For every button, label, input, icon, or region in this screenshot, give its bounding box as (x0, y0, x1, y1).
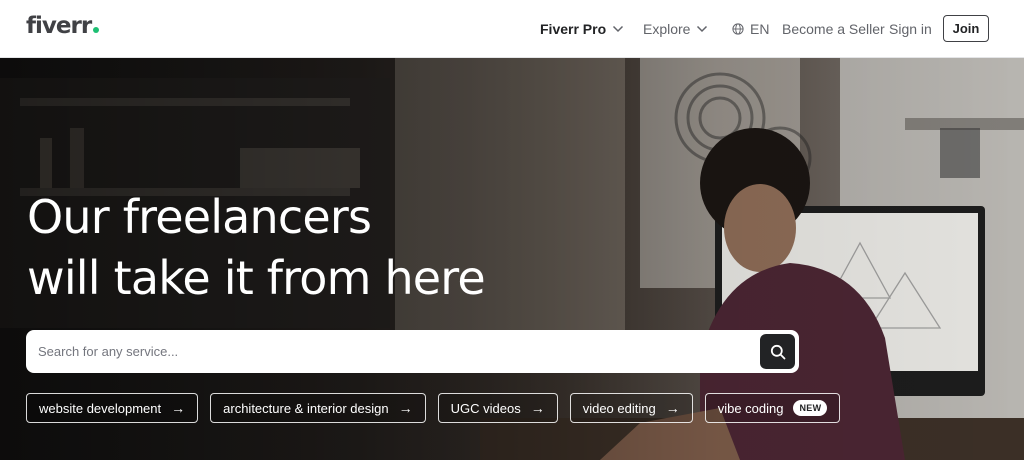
chevron-down-icon (697, 25, 708, 33)
search-input[interactable] (26, 330, 760, 373)
chevron-down-icon (613, 25, 624, 33)
new-badge: NEW (793, 400, 828, 416)
nav-become-seller-label: Become a Seller (782, 21, 885, 37)
search-button[interactable] (760, 334, 795, 369)
chip-website-development[interactable]: website development → (26, 393, 199, 423)
chip-vibe-coding[interactable]: vibe coding NEW (704, 393, 841, 423)
globe-icon (732, 23, 744, 35)
popular-services: website development → architecture & int… (26, 393, 841, 423)
nav-explore-label: Explore (643, 21, 691, 37)
nav-sign-in-label: Sign in (889, 21, 932, 37)
nav-become-seller[interactable]: Become a Seller (782, 21, 885, 37)
chip-label: architecture & interior design (223, 400, 389, 416)
nav-explore[interactable]: Explore (643, 21, 708, 37)
arrow-right-icon: → (530, 400, 545, 416)
join-button[interactable]: Join (943, 15, 989, 42)
chip-label: website development (39, 400, 162, 416)
nav-fiverr-pro-label: Fiverr Pro (540, 21, 607, 37)
nav-language[interactable]: EN (732, 21, 769, 37)
hero-headline-line1: Our freelancers (27, 190, 372, 244)
arrow-right-icon: → (171, 400, 186, 416)
search-bar (26, 330, 799, 373)
site-header: fiverr Fiverr Pro Explore EN Become a Se… (0, 0, 1024, 58)
arrow-right-icon: → (665, 400, 680, 416)
nav-sign-in[interactable]: Sign in (889, 21, 932, 37)
nav-fiverr-pro[interactable]: Fiverr Pro (540, 21, 624, 37)
nav-language-label: EN (750, 21, 770, 37)
chip-label: vibe coding (717, 400, 784, 416)
hero-headline: Our freelancers will take it from here (27, 187, 587, 309)
chip-label: video editing (582, 400, 656, 416)
top-nav: Fiverr Pro Explore EN Become a Seller Si… (0, 0, 1024, 58)
chip-video-editing[interactable]: video editing → (569, 393, 693, 423)
hero-section: Our freelancers will take it from here w… (0, 58, 1024, 460)
magnifier-icon (770, 344, 785, 359)
hero-headline-line2: will take it from here (27, 251, 486, 305)
arrow-right-icon: → (398, 400, 413, 416)
chip-architecture-interior-design[interactable]: architecture & interior design → (210, 393, 426, 423)
chip-label: UGC videos (450, 400, 521, 416)
chip-ugc-videos[interactable]: UGC videos → (437, 393, 558, 423)
